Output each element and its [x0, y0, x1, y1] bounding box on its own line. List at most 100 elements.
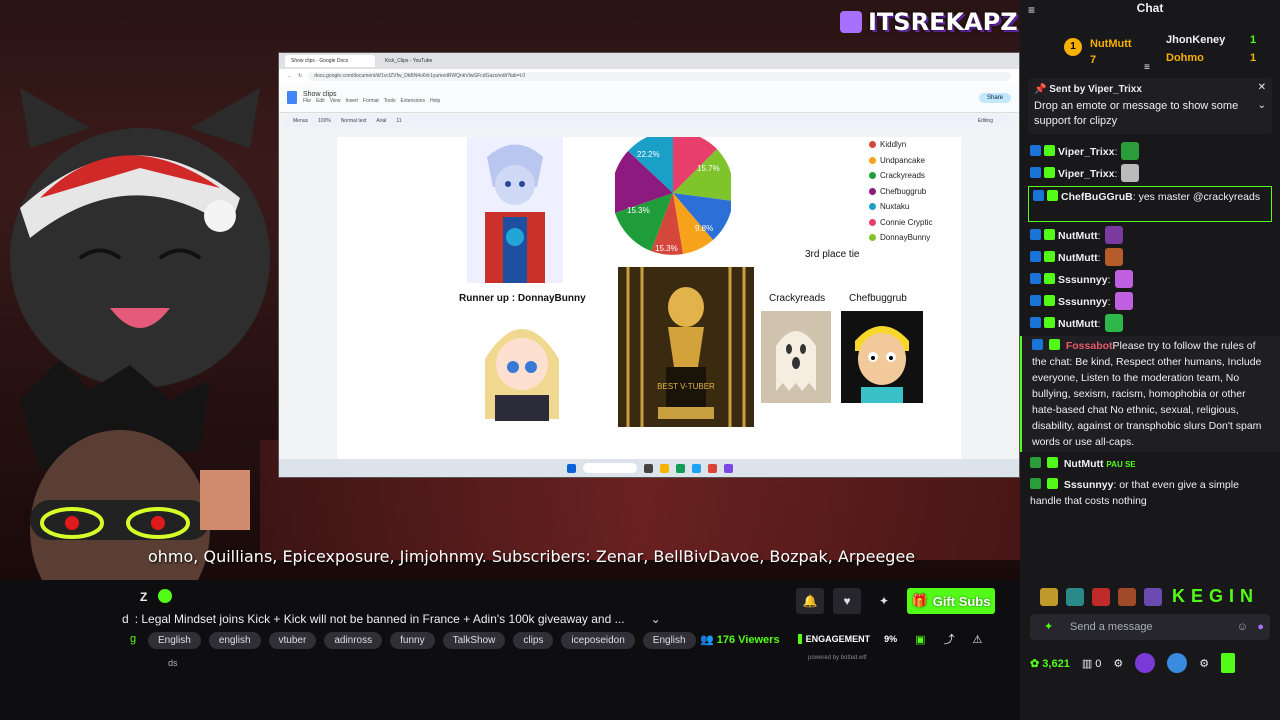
- tag-vtuber[interactable]: vtuber: [268, 632, 317, 649]
- doc-menubar: File Edit View Insert Format Tools Exten…: [303, 98, 440, 104]
- gift-subs-button[interactable]: 🎁 Gift Subs: [907, 588, 995, 614]
- cat-vtuber-avatar: [10, 88, 270, 388]
- app-root: ITSREKAPZ Show clips - Google Docs Kick_…: [0, 0, 1280, 720]
- chat-emote-icon[interactable]: [1121, 142, 1140, 160]
- stream-player[interactable]: ITSREKAPZ Show clips - Google Docs Kick_…: [0, 0, 1020, 580]
- chat-emote-icon[interactable]: [1121, 164, 1140, 182]
- chat-username[interactable]: NutMutt: [1058, 230, 1098, 242]
- chat-username[interactable]: NutMutt: [1064, 458, 1104, 470]
- tag-talkshow[interactable]: TalkShow: [442, 632, 506, 649]
- chat-username[interactable]: NutMutt: [1058, 252, 1098, 264]
- chat-username[interactable]: Viper_Trixx: [1058, 168, 1114, 180]
- chat-emote-icon[interactable]: [1104, 314, 1123, 332]
- chat-emote-icon[interactable]: [1104, 226, 1123, 244]
- tag-clips[interactable]: clips: [513, 632, 554, 649]
- powered-by: powered by botted.wtf: [808, 655, 867, 661]
- chat-message: Sssunnyy:: [1020, 268, 1280, 290]
- gif-extension-icon[interactable]: [1167, 653, 1188, 673]
- winner-vtuber-image: [467, 137, 563, 283]
- leaderboard-name-2[interactable]: JhonKeney: [1166, 34, 1225, 46]
- drops-display[interactable]: ▥ 0: [1082, 657, 1102, 670]
- pinned-chevron-icon[interactable]: ⌄: [1258, 100, 1266, 111]
- tag-funny[interactable]: funny: [390, 632, 435, 649]
- sparkle-icon[interactable]: ✦: [870, 588, 898, 614]
- sub-badge-icon: [1044, 317, 1055, 328]
- menu-extensions: Extensions: [400, 98, 425, 104]
- chat-username[interactable]: NutMutt: [1058, 318, 1098, 330]
- browser-url: docs.google.com/document/d/1vcIZVfw_DkBN…: [308, 71, 1011, 81]
- chat-emote-icon[interactable]: [1114, 292, 1133, 310]
- menu-tools: Tools: [383, 98, 396, 104]
- share-icon[interactable]: ⤴: [944, 631, 955, 647]
- pie-label-1: 22.2%: [637, 150, 660, 159]
- follow-heart-icon[interactable]: ♥: [833, 588, 861, 614]
- gift-leaderboard: 1 NutMutt 7 JhonKeney 1 Dohmo 1 ≡: [1020, 20, 1280, 73]
- chat-emote-icon[interactable]: [1104, 248, 1123, 266]
- chat-settings-icon[interactable]: ⚙: [1113, 657, 1123, 670]
- chat-input-placeholder: Send a message: [1070, 621, 1153, 633]
- seventv-icon[interactable]: ●: [1257, 614, 1264, 640]
- emote-icon[interactable]: [1118, 587, 1136, 606]
- os-taskbar: [279, 459, 1019, 477]
- notification-bell-icon[interactable]: 🔔: [796, 588, 824, 614]
- toolbar-size: 11: [396, 118, 402, 124]
- legend-swatch: [869, 203, 876, 211]
- chat-separator: :: [1097, 230, 1101, 242]
- gift-icon: 🎁: [911, 593, 928, 608]
- third-place-label: 3rd place tie: [805, 249, 860, 260]
- tag-english-2[interactable]: English: [642, 632, 696, 649]
- gift-subs-label: Gift Subs: [932, 593, 991, 609]
- sent-by-label: Sent by: [1049, 84, 1086, 95]
- tag-english-lower[interactable]: english: [208, 632, 261, 649]
- engagement-bar-icon: [797, 634, 802, 644]
- verified-badge-icon: [1048, 339, 1060, 350]
- chat-username[interactable]: Sssunnyy: [1058, 274, 1108, 286]
- report-icon[interactable]: ⚠: [973, 633, 983, 646]
- leaderboard-name-1[interactable]: NutMutt: [1090, 38, 1132, 50]
- tag-english[interactable]: English: [148, 632, 201, 649]
- legend-item: Undpancake: [869, 153, 932, 169]
- leaderboard-name-3[interactable]: Dohmo: [1166, 52, 1204, 64]
- unpin-icon[interactable]: ✕: [1258, 82, 1266, 93]
- verified-badge-icon: [158, 589, 172, 603]
- doc-toolbar: Menus 100% Normal text Arial 11 Editing: [285, 115, 1013, 127]
- expand-title-chevron-icon[interactable]: ⌄: [651, 612, 661, 626]
- emote-icon[interactable]: [1066, 587, 1084, 606]
- tag-iceposeidon[interactable]: iceposeidon: [561, 632, 635, 649]
- moderator-badge-icon: [1030, 317, 1041, 328]
- emoji-picker-icon[interactable]: ☺: [1237, 614, 1248, 640]
- expand-leaderboard-icon[interactable]: ≡: [1144, 62, 1150, 73]
- send-chat-button[interactable]: [1221, 653, 1236, 673]
- moderator-badge-icon: [1032, 339, 1043, 350]
- emote-icon[interactable]: [1144, 587, 1162, 606]
- tag-adinross[interactable]: adinross: [324, 632, 383, 649]
- drops-icon: ▥: [1081, 657, 1093, 670]
- chat-username[interactable]: Viper_Trixx: [1058, 146, 1114, 158]
- chat-emote-icon[interactable]: [1114, 270, 1133, 288]
- collapse-chat-icon[interactable]: ≡: [1028, 2, 1035, 18]
- chat-message: NutMutt PAU SE: [1020, 454, 1280, 475]
- chat-message-input[interactable]: ✦ Send a message ☺ ●: [1030, 614, 1270, 640]
- engagement-meter: ENGAGEMENT 9%: [797, 634, 897, 644]
- legend-swatch: [869, 172, 876, 180]
- chat-username[interactable]: ChefBuGGruB: [1061, 191, 1133, 203]
- emote-icon[interactable]: [1092, 587, 1110, 606]
- chat-gear-icon[interactable]: ⚙: [1199, 657, 1209, 670]
- 7tv-extension-icon[interactable]: [1135, 653, 1156, 673]
- toolbar-zoom: 100%: [318, 118, 331, 124]
- emote-icon[interactable]: [1040, 587, 1058, 606]
- twitch-glitch-icon: [840, 11, 862, 33]
- bot-username[interactable]: Fossabot: [1066, 340, 1113, 352]
- menu-format: Format: [362, 98, 379, 104]
- chat-username[interactable]: Sssunnyy: [1064, 479, 1114, 491]
- points-display[interactable]: ✿ 3,621: [1030, 657, 1070, 670]
- pinned-sender[interactable]: Viper_Trixx: [1088, 84, 1142, 95]
- stream-title-prefix: d: [122, 612, 129, 626]
- taskbar-app-icon: [644, 463, 653, 473]
- doc-header: Show clips File Edit View Insert Format …: [279, 83, 1019, 113]
- stats-chart-icon[interactable]: ▣: [915, 633, 925, 646]
- chat-username[interactable]: Sssunnyy: [1058, 296, 1108, 308]
- taskbar-search-icon: [583, 463, 637, 473]
- emote-strip-text: KEGIN: [1172, 586, 1260, 606]
- stream-stats: 👥 176 Viewers ENGAGEMENT 9% ▣ ⤴ ⚠: [700, 631, 982, 647]
